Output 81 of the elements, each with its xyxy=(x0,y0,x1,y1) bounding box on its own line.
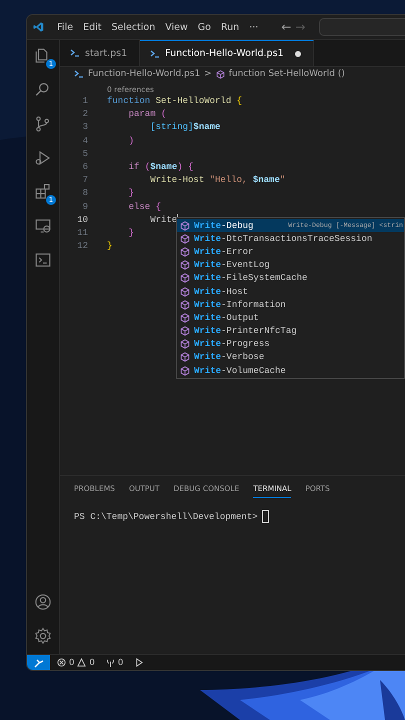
cube-icon xyxy=(180,246,190,257)
blocks-icon[interactable] xyxy=(34,183,52,201)
line-number: 4 xyxy=(82,134,88,148)
remote-button[interactable] xyxy=(27,655,50,670)
back-icon[interactable]: ← xyxy=(281,20,292,34)
play-bug-icon[interactable] xyxy=(34,149,52,167)
remote-icon xyxy=(34,658,44,668)
line-number: 12 xyxy=(76,240,88,254)
cube-icon xyxy=(180,366,190,376)
cube-icon xyxy=(180,273,190,284)
code-line: ) xyxy=(128,134,134,148)
error-icon[interactable] xyxy=(57,658,66,667)
line-number: 3 xyxy=(82,121,88,134)
code-line: } xyxy=(107,240,112,254)
suggestion-item[interactable]: Write-Host xyxy=(177,284,404,298)
terminal-prompt: PS C:\Temp\Powershell\Development> xyxy=(74,512,258,522)
editor-tab[interactable]: Function-Hello-World.ps1 xyxy=(140,40,314,66)
line-number: 6 xyxy=(82,160,88,174)
line-number: 7 xyxy=(82,174,88,188)
code-line: param ( xyxy=(128,108,166,122)
code-line: [string]$name xyxy=(149,121,220,134)
suggestion-item[interactable]: Write-FileSystemCache xyxy=(177,272,404,285)
code-line: function Set-HelloWorld { xyxy=(107,95,242,108)
breadcrumb-item[interactable]: Function-Hello-World.ps1 xyxy=(88,69,200,79)
suggestion-item[interactable]: Write-VolumeCache xyxy=(177,364,404,378)
line-number: 1 xyxy=(82,95,88,108)
breadcrumb-separator: > xyxy=(204,69,212,79)
powershell-icon xyxy=(70,49,80,57)
code-line: } xyxy=(128,187,134,200)
breadcrumb-item[interactable]: function Set-HelloWorld () xyxy=(228,69,345,79)
powershell-icon xyxy=(74,70,84,78)
terminal-icon[interactable] xyxy=(34,251,52,269)
suggestion-item[interactable]: Write-PrinterNfcTag xyxy=(177,324,404,338)
suggestion-item[interactable]: Write-Information xyxy=(177,298,404,312)
ports-count[interactable]: 0 xyxy=(118,658,124,668)
cube-icon xyxy=(180,260,190,270)
cube-icon xyxy=(180,312,190,323)
line-number: 11 xyxy=(76,226,88,240)
warning-count[interactable]: 0 xyxy=(89,658,95,668)
menu-item[interactable]: ··· xyxy=(244,22,264,32)
menu-item[interactable]: Selection xyxy=(106,22,160,32)
monitor-icon[interactable] xyxy=(34,217,52,235)
antenna-icon[interactable] xyxy=(106,658,115,667)
play-icon[interactable] xyxy=(134,658,144,667)
code-line: Write-Host "Hello, $name" xyxy=(149,174,286,188)
menu-item[interactable]: Go xyxy=(192,22,216,32)
cube-icon xyxy=(216,70,225,78)
suggestion-item[interactable]: Write-Verbose xyxy=(177,350,404,364)
line-number: 9 xyxy=(82,200,88,214)
suggestion-item[interactable]: Write-Error xyxy=(177,245,404,259)
menu-item[interactable]: View xyxy=(160,22,193,32)
error-count[interactable]: 0 xyxy=(69,658,74,668)
menu-item[interactable]: Edit xyxy=(78,22,106,32)
powershell-icon xyxy=(150,50,160,58)
cube-icon xyxy=(180,286,190,297)
line-number: 2 xyxy=(82,108,88,122)
cube-icon xyxy=(180,352,190,362)
branch-icon[interactable] xyxy=(34,115,52,133)
cube-icon xyxy=(180,220,190,231)
line-number: 8 xyxy=(82,187,88,200)
suggestion-item[interactable]: Write-Output xyxy=(177,311,404,324)
cube-icon xyxy=(180,234,190,244)
suggestion-item[interactable]: Write-DtcTransactionsTraceSession xyxy=(177,232,404,246)
cube-icon xyxy=(180,339,190,350)
suggestion-item[interactable]: Write-Progress xyxy=(177,338,404,351)
search-field[interactable] xyxy=(319,18,405,36)
menu-item[interactable]: File xyxy=(52,22,78,32)
warning-icon[interactable] xyxy=(77,658,86,667)
cube-icon xyxy=(180,300,190,310)
suggestion-item[interactable]: Write-EventLog xyxy=(177,258,404,272)
cube-icon xyxy=(180,326,190,336)
line-number: 10 xyxy=(76,214,88,227)
code-line: else { xyxy=(128,200,162,214)
logo-icon[interactable] xyxy=(33,20,44,34)
settings-icon[interactable] xyxy=(34,627,52,645)
menu-item[interactable]: Run xyxy=(216,22,244,32)
code-line: } xyxy=(128,226,134,240)
account-icon[interactable] xyxy=(34,593,52,611)
terminal-cursor xyxy=(262,510,269,523)
code-line: if ($name) { xyxy=(128,160,194,174)
line-number: 5 xyxy=(82,148,88,161)
